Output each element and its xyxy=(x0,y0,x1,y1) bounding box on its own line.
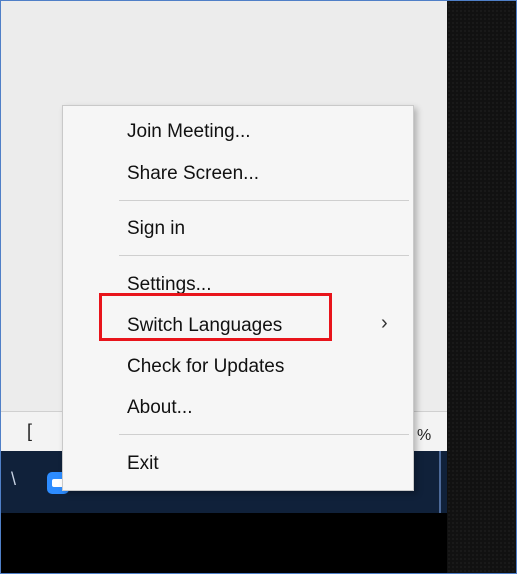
tray-overflow-icon[interactable]: \ xyxy=(11,469,16,490)
menu-item-join-meeting[interactable]: Join Meeting... xyxy=(127,116,251,148)
menu-item-exit[interactable]: Exit xyxy=(127,448,159,480)
status-percent-text: % xyxy=(417,427,432,444)
menu-separator xyxy=(119,434,409,435)
menu-item-share-screen[interactable]: Share Screen... xyxy=(127,158,259,190)
taskbar-divider xyxy=(439,451,441,513)
black-bottom-area xyxy=(1,513,447,573)
screenshot-frame: [ % \ ⁄⁄⁄ ◁ ▭ ▲ Join Meeting... Share Sc… xyxy=(0,0,517,574)
menu-separator xyxy=(119,255,409,256)
menu-item-about[interactable]: About... xyxy=(127,392,193,424)
highlight-box xyxy=(99,293,332,341)
menu-item-check-for-updates[interactable]: Check for Updates xyxy=(127,351,284,383)
status-bracket-text: [ xyxy=(27,421,33,441)
chevron-right-icon: › xyxy=(381,312,388,334)
menu-separator xyxy=(119,200,409,201)
dark-background xyxy=(447,1,516,573)
menu-item-sign-in[interactable]: Sign in xyxy=(127,213,185,245)
